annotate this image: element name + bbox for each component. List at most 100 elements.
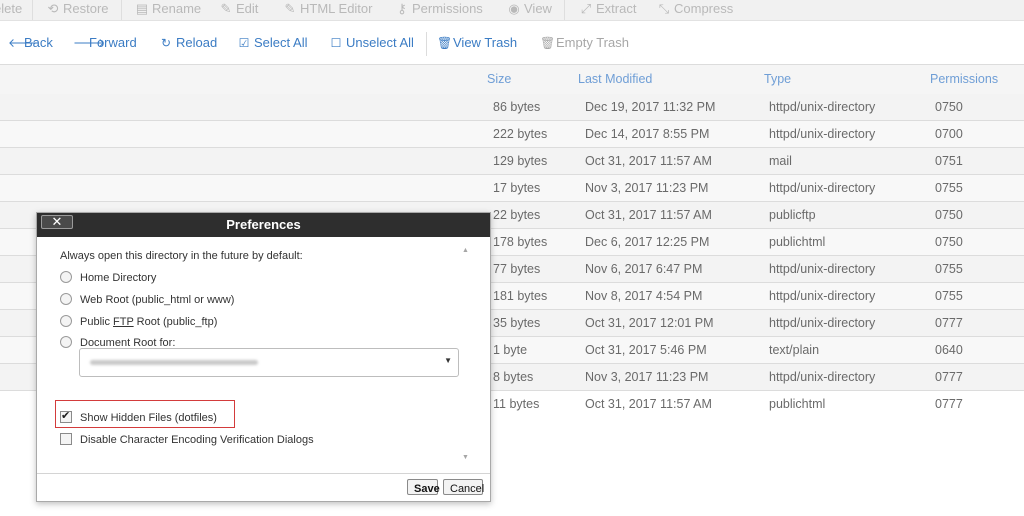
document-root-select[interactable]: ▼	[79, 348, 459, 377]
file-type: httpd/unix-directory	[769, 370, 876, 384]
radio-button[interactable]	[60, 271, 72, 283]
file-size: 86 bytes	[493, 100, 541, 114]
key-icon: ⚷	[397, 1, 407, 16]
navigation-toolbar: 🡐Back 🡒Forward ↻ Reload ☑ Select All ☐ Unse…	[0, 28, 1024, 60]
edit-icon: ✎	[220, 1, 232, 16]
compress-icon: ⤡	[658, 1, 670, 16]
file-permissions: 0777	[935, 316, 963, 330]
compress-button[interactable]: ⤡ Compress	[657, 1, 733, 17]
view-trash-button[interactable]: 🗑View Trash	[437, 35, 517, 50]
file-modified: Oct 31, 2017 12:01 PM	[585, 316, 714, 330]
cancel-button[interactable]: Cancel	[443, 479, 484, 495]
empty-trash-button[interactable]: 🗑Empty Trash	[540, 35, 629, 50]
redacted-domain	[90, 360, 258, 365]
toolbar-divider	[426, 32, 427, 56]
extract-button[interactable]: ⤢ Extract	[579, 1, 637, 17]
save-button[interactable]: Save	[407, 479, 440, 495]
column-last-modified[interactable]: Last Modified	[578, 72, 652, 86]
table-row[interactable]: 222 bytes Dec 14, 2017 8:55 PM httpd/uni…	[0, 121, 1024, 148]
trash-icon: 🗑	[540, 36, 556, 50]
unselect-all-button[interactable]: ☐ Unselect All	[330, 35, 414, 50]
file-modified: Nov 3, 2017 11:23 PM	[585, 370, 709, 384]
radio-web-root[interactable]: Web Root (public_html or www)	[60, 293, 234, 306]
disable-encoding-checkbox[interactable]	[60, 433, 72, 445]
file-size: 8 bytes	[493, 370, 534, 384]
close-icon: ✕	[51, 214, 63, 229]
eye-icon: ◉	[508, 1, 520, 16]
file-type: publichtml	[769, 235, 826, 249]
radio-button[interactable]	[60, 293, 72, 305]
show-hidden-files-option[interactable]: Show Hidden Files (dotfiles)	[60, 409, 217, 424]
file-permissions: 0777	[935, 397, 963, 411]
select-all-button[interactable]: ☑ Select All	[238, 35, 308, 50]
radio-button[interactable]	[60, 315, 72, 327]
table-row[interactable]: 129 bytes Oct 31, 2017 11:57 AM mail 075…	[0, 148, 1024, 175]
file-modified: Dec 6, 2017 12:25 PM	[585, 235, 710, 249]
radio-home-directory[interactable]: Home Directory	[60, 271, 156, 284]
rename-button[interactable]: ▤ Rename	[135, 1, 201, 17]
scroll-up-icon[interactable]: ▲	[462, 247, 469, 254]
default-directory-label: Always open this directory in the future…	[60, 250, 303, 262]
file-size: 222 bytes	[493, 127, 548, 141]
file-modified: Dec 14, 2017 8:55 PM	[585, 127, 710, 141]
file-type: httpd/unix-directory	[769, 181, 876, 195]
file-modified: Dec 19, 2017 11:32 PM	[585, 100, 716, 114]
reload-button[interactable]: ↻ Reload	[160, 35, 217, 50]
file-size: 178 bytes	[493, 235, 548, 249]
file-permissions: 0755	[935, 262, 963, 276]
back-button[interactable]: 🡐Back	[8, 35, 53, 50]
rename-icon: ▤	[135, 1, 149, 16]
file-type: httpd/unix-directory	[769, 100, 876, 114]
reload-icon: ↻	[160, 36, 172, 50]
show-hidden-files-checkbox[interactable]	[60, 409, 72, 423]
file-size: 129 bytes	[493, 154, 548, 168]
dialog-scrollbar[interactable]: ▲ ▼	[461, 245, 473, 463]
file-size: 17 bytes	[493, 181, 541, 195]
file-type: httpd/unix-directory	[769, 316, 876, 330]
preferences-dialog: Preferences ✕ Always open this directory…	[36, 212, 491, 502]
radio-button[interactable]	[60, 336, 72, 348]
file-list-header: Size Last Modified Type Permissions	[0, 64, 1024, 96]
file-modified: Nov 6, 2017 6:47 PM	[585, 262, 703, 276]
html-editor-button[interactable]: ✎ HTML Editor	[283, 1, 373, 17]
file-permissions: 0750	[935, 208, 963, 222]
file-type: httpd/unix-directory	[769, 127, 876, 141]
arrow-right-icon: 🡒	[73, 36, 106, 50]
permissions-button[interactable]: ⚷ Permissions	[395, 1, 483, 17]
file-type: httpd/unix-directory	[769, 289, 876, 303]
column-type[interactable]: Type	[764, 72, 791, 86]
edit-button[interactable]: ✎ Edit	[219, 1, 259, 17]
table-row[interactable]: 86 bytes Dec 19, 2017 11:32 PM httpd/uni…	[0, 94, 1024, 121]
file-type: mail	[769, 154, 792, 168]
file-size: 77 bytes	[493, 262, 541, 276]
file-permissions: 0777	[935, 370, 963, 384]
file-size: 22 bytes	[493, 208, 541, 222]
close-button[interactable]: ✕	[41, 215, 73, 229]
file-permissions: 0755	[935, 181, 963, 195]
file-permissions: 0751	[935, 154, 963, 168]
toolbar-divider	[121, 0, 122, 20]
dialog-title: Preferences	[37, 213, 490, 237]
restore-button[interactable]: ⟲ Restore	[46, 1, 109, 17]
arrow-left-icon: 🡐	[8, 36, 41, 50]
file-permissions: 0640	[935, 343, 963, 357]
delete-button[interactable]: elete	[0, 1, 22, 16]
file-modified: Oct 31, 2017 11:57 AM	[585, 397, 712, 411]
file-type: text/plain	[769, 343, 820, 357]
radio-public-ftp-root[interactable]: Public FTP Root (public_ftp)	[60, 315, 217, 328]
scroll-down-icon[interactable]: ▼	[462, 454, 469, 461]
extract-icon: ⤢	[580, 1, 592, 16]
file-size: 181 bytes	[493, 289, 548, 303]
forward-button[interactable]: 🡒Forward	[73, 35, 137, 50]
column-permissions[interactable]: Permissions	[930, 72, 998, 86]
file-permissions: 0750	[935, 100, 963, 114]
trash-icon: 🗑	[437, 36, 453, 50]
file-actions-toolbar: elete ⟲Restore ▤Rename ✎Edit ✎HTML Edito…	[0, 0, 1024, 21]
file-permissions: 0750	[935, 235, 963, 249]
column-size[interactable]: Size	[487, 72, 511, 86]
file-type: httpd/unix-directory	[769, 262, 876, 276]
table-row[interactable]: 17 bytes Nov 3, 2017 11:23 PM httpd/unix…	[0, 175, 1024, 202]
disable-encoding-verification-option[interactable]: Disable Character Encoding Verification …	[60, 433, 314, 446]
view-button[interactable]: ◉ View	[507, 1, 552, 17]
file-modified: Nov 8, 2017 4:54 PM	[585, 289, 703, 303]
